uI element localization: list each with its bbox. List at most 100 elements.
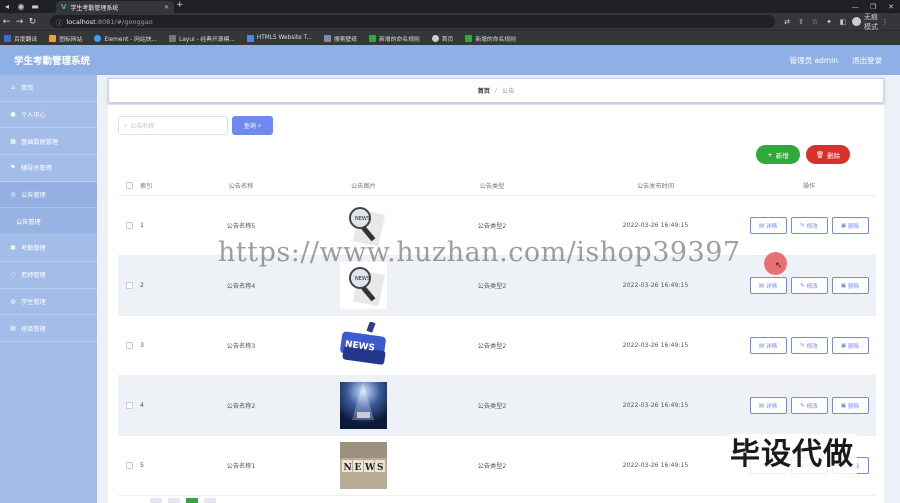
- sidebar: ⌂ 首页 ● 个人中心 ▦ 基础数据管理 ⚑ 辅导员管理 ◎ 公告管理 公告管理 ▣ 考勤管…: [0, 75, 97, 503]
- bookmark-item[interactable]: 首页: [431, 34, 453, 43]
- row-image-cell: NEWS: [312, 436, 415, 495]
- notice-icon: ◎: [10, 191, 16, 199]
- row-index: 5: [140, 462, 144, 469]
- row-actions: ▤详情 ✎修改 ▣删除: [742, 316, 876, 375]
- delete-button[interactable]: ▣删除: [831, 277, 869, 294]
- browser-tab[interactable]: V 学生考勤管理系统 ✕: [56, 1, 174, 13]
- table-row: 1 公告名称5 NEWS 公告类型2 2022-03-26 16:49:15 ▤…: [118, 196, 876, 256]
- sidebar-item-teacher[interactable]: ◌ 老师管理: [0, 262, 97, 289]
- home-icon: ⌂: [11, 84, 15, 92]
- bookmark-icon: [323, 34, 331, 42]
- sidebar-item-basic-data[interactable]: ▦ 基础数据管理: [0, 128, 97, 156]
- menu-icon[interactable]: ⋮: [878, 18, 892, 26]
- detail-button[interactable]: ▤详情: [749, 397, 787, 414]
- sidebar-item-attendance[interactable]: ▣ 考勤管理: [0, 235, 97, 262]
- table-row: 3 公告名称3 NEWS 公告类型2 2022-03-26 16:49:15 ▤…: [118, 316, 876, 376]
- toolbar-right-icons: ⇄ ⇪ ☆ ✦ ◧ 无痕模式 ⋮: [780, 13, 892, 31]
- delete-button[interactable]: ▣删除: [831, 217, 869, 234]
- delete-button[interactable]: ▣删除: [831, 337, 869, 354]
- bookmark-item[interactable]: Layui - 经典开源模...: [169, 34, 235, 43]
- row-checkbox[interactable]: [118, 256, 140, 315]
- sidebar-item-home[interactable]: ⌂ 首页: [0, 75, 97, 102]
- pager-current[interactable]: [186, 498, 198, 503]
- detail-button[interactable]: ▤详情: [749, 277, 787, 294]
- edit-icon: ✎: [800, 342, 805, 349]
- search-placeholder: 公告名称: [130, 123, 155, 130]
- pager-next[interactable]: [204, 498, 216, 503]
- bookmark-item[interactable]: 新增的命名规则: [369, 34, 420, 43]
- logout-link[interactable]: 退出登录: [852, 55, 882, 66]
- detail-button[interactable]: ▤详情: [749, 337, 787, 354]
- bookmark-item[interactable]: 百度翻译: [4, 34, 37, 43]
- edit-button[interactable]: ✎修改: [790, 397, 828, 414]
- col-index: 索引: [140, 183, 153, 190]
- edit-button[interactable]: ✎修改: [790, 277, 828, 294]
- sidebar-item-counselor[interactable]: ⚑ 辅导员管理: [0, 155, 97, 182]
- cast-icon[interactable]: ◧: [836, 18, 850, 26]
- forward-icon[interactable]: →: [13, 17, 26, 27]
- tab-close-icon[interactable]: ✕: [164, 4, 169, 11]
- row-type: 公告类型2: [477, 463, 507, 470]
- doc-icon: ▤: [758, 222, 765, 229]
- new-tab-icon[interactable]: +: [176, 0, 184, 10]
- svg-text:NEWS: NEWS: [355, 276, 370, 282]
- share-icon[interactable]: ⇪: [794, 18, 808, 26]
- minimize-icon[interactable]: —: [846, 3, 864, 11]
- restore-icon[interactable]: ❐: [864, 3, 882, 11]
- row-type: 公告类型2: [477, 343, 507, 350]
- bookmark-item[interactable]: HTML5 Website T...: [246, 34, 312, 42]
- extension-icon[interactable]: ✦: [822, 18, 836, 26]
- add-button[interactable]: + 新增: [756, 145, 800, 164]
- edit-icon: ✎: [800, 282, 805, 289]
- bookmark-item[interactable]: 搜索壁纸: [323, 34, 357, 43]
- sidebar-item-class[interactable]: ▤ 班级管理: [0, 315, 97, 342]
- row-time: 2022-03-26 16:49:15: [622, 342, 689, 349]
- svg-text:NEWS: NEWS: [355, 216, 370, 222]
- bookmark-icon: [465, 34, 473, 42]
- address-bar[interactable]: ⓘ localhost:8081/#/gonggao: [50, 15, 775, 28]
- bookmark-item[interactable]: 新增的命名规则: [465, 34, 516, 43]
- sidebar-item-student[interactable]: ◍ 学生管理: [0, 289, 97, 316]
- search-button[interactable]: 查询 ⌕: [232, 116, 273, 135]
- bookmark-item[interactable]: 图标网站: [49, 34, 82, 43]
- pager-prev[interactable]: [150, 498, 162, 503]
- edit-button[interactable]: ✎修改: [790, 217, 828, 234]
- back-history-icon[interactable]: ◂: [0, 2, 14, 11]
- url-host: localhost: [66, 17, 96, 26]
- edit-button[interactable]: ✎修改: [790, 337, 828, 354]
- back-icon[interactable]: ←: [0, 17, 13, 27]
- breadcrumb-home[interactable]: 首页: [478, 86, 490, 95]
- bookmark-icon: [246, 34, 254, 42]
- row-name: 公告名称1: [226, 463, 256, 470]
- info-icon[interactable]: ⓘ: [56, 17, 63, 27]
- row-checkbox[interactable]: [118, 376, 140, 435]
- pager-item[interactable]: [168, 498, 180, 503]
- close-window-icon[interactable]: ✕: [882, 3, 900, 11]
- bookmark-item[interactable]: Element - 网站快...: [94, 34, 157, 43]
- data-icon: ▦: [10, 137, 16, 145]
- select-all-checkbox[interactable]: [118, 176, 140, 195]
- row-checkbox[interactable]: [118, 196, 140, 255]
- profile-button[interactable]: 无痕模式: [852, 12, 878, 32]
- row-type: 公告类型2: [477, 223, 507, 230]
- breadcrumb-separator: /: [494, 87, 498, 94]
- batch-delete-button[interactable]: 🗑 删除: [806, 145, 850, 164]
- sidebar-subitem-notice[interactable]: 公告管理: [0, 208, 97, 236]
- star-icon[interactable]: ☆: [808, 18, 822, 26]
- bookmark-icon: [49, 34, 57, 42]
- search-input[interactable]: ⌕ 公告名称: [118, 116, 228, 135]
- svg-text:S: S: [377, 463, 384, 473]
- sidebar-item-notice[interactable]: ◎ 公告管理: [0, 181, 97, 209]
- row-checkbox[interactable]: [118, 436, 140, 495]
- notice-image: NEWS: [340, 442, 387, 489]
- delete-button[interactable]: ▣删除: [831, 397, 869, 414]
- window-icon[interactable]: ▬: [28, 2, 42, 11]
- check-icon: ▣: [10, 244, 16, 252]
- sidebar-item-profile[interactable]: ● 个人中心: [0, 102, 97, 129]
- row-checkbox[interactable]: [118, 316, 140, 375]
- notice-image: NEWS: [340, 262, 387, 309]
- translate-icon[interactable]: ⇄: [780, 18, 794, 26]
- detail-button[interactable]: ▤详情: [749, 217, 787, 234]
- incognito-avatar-icon: [852, 17, 861, 26]
- reload-icon[interactable]: ↻: [26, 17, 39, 27]
